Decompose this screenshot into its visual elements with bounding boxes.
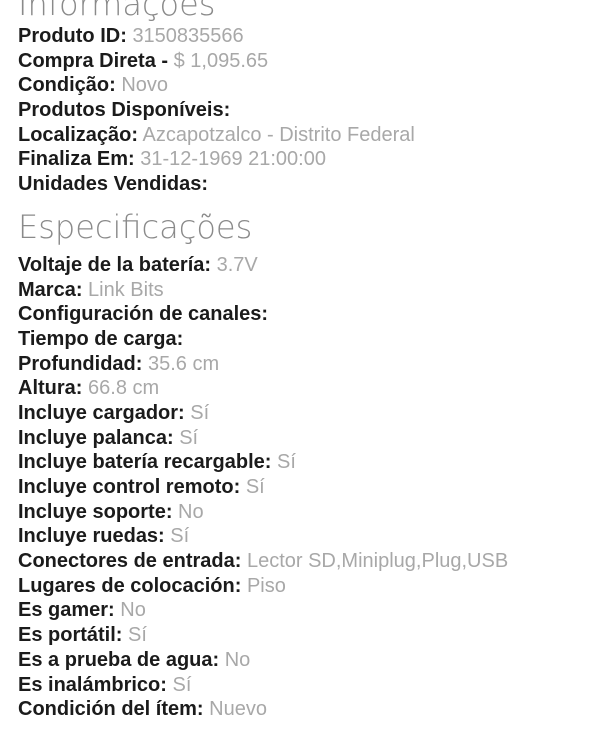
info-row: Compra Direta - $ 1,095.65 [18,49,588,74]
row-value: Novo [121,74,169,97]
row-value: No [224,648,251,671]
section-title-informacoes: Informações [18,0,216,23]
spec-row: Lugares de colocación: Piso [18,574,588,599]
details-container: Informações Produto ID: 3150835566 Compra… [18,0,588,722]
spec-row: Altura: 66.8 cm [18,376,588,401]
row-value: 31-12-1969 21:00:00 [140,148,326,171]
info-row: Produtos Disponíveis: [18,98,588,123]
row-label: Profundidad: [18,352,143,375]
info-row: Produto ID: 3150835566 [18,24,588,49]
spec-row: Condición del ítem: Nuevo [18,697,588,722]
row-label: Finaliza Em: [18,148,135,171]
spec-row: Voltaje de la batería: 3.7V [18,253,588,278]
spec-row: Incluye palanca: Sí [18,426,588,451]
row-label: Incluye ruedas: [18,525,165,548]
row-label: Condición del ítem: [18,698,204,721]
row-label: Conectores de entrada: [18,550,242,573]
row-label: Localização: [18,123,139,146]
row-value: 3150835566 [132,25,244,47]
row-label: Produto ID: [18,25,127,47]
spec-row: Incluye ruedas: Sí [18,524,588,549]
spec-row: Es portátil: Sí [18,623,588,648]
row-value: Sí [172,673,192,696]
row-label: Es a prueba de agua: [18,648,220,671]
spec-row: Marca: Link Bits [18,278,588,303]
spec-row: Es gamer: No [18,598,588,623]
spec-row: Incluye cargador: Sí [18,401,588,426]
row-label: Unidades Vendidas: [18,173,209,196]
row-label: Voltaje de la batería: [18,253,212,276]
section-title-especificacoes: Especificações [18,207,253,246]
row-label: Tiempo de carga: [18,327,184,350]
info-row: Condição: Novo [18,73,588,98]
row-value: 35.6 cm [148,352,220,375]
spec-row: Es a prueba de agua: No [18,648,588,673]
info-row: Unidades Vendidas: [18,172,588,197]
row-label: Altura: [18,377,83,400]
especificacoes-list: Voltaje de la batería: 3.7V Marca: Link B… [18,253,588,722]
row-value: No [178,500,204,523]
spec-row: Incluye soporte: No [18,500,588,525]
row-value: Sí [277,451,296,474]
row-label: Incluye cargador: [18,401,185,424]
row-label: Configuración de canales: [18,303,269,326]
row-value: Sí [170,525,190,548]
row-label: Es gamer: [18,599,115,622]
row-value: Link Bits [88,278,164,301]
spec-row: Incluye control remoto: Sí [18,475,588,500]
row-value: Sí [179,426,199,449]
row-value: No [120,599,146,622]
row-value: 66.8 cm [88,377,160,400]
row-value: Sí [190,401,210,424]
row-label: Es inalámbrico: [18,673,167,696]
spec-row: Tiempo de carga: [18,327,588,352]
spec-row: Configuración de canales: [18,302,588,327]
row-label: Incluye soporte: [18,500,173,523]
row-label: Es portátil: [18,624,123,647]
row-value: Azcapotzalco - Distrito Federal [142,123,415,146]
row-label: Incluye palanca: [18,426,174,449]
informacoes-list: Produto ID: 3150835566 Compra Direta - $ … [18,24,588,197]
row-value: Nuevo [209,698,267,721]
row-label: Compra Direta - [18,49,169,72]
row-label: Incluye control remoto: [18,476,241,498]
row-label: Marca: [18,278,83,301]
info-row: Finaliza Em: 31-12-1969 21:00:00 [18,147,588,172]
spec-row: Profundidad: 35.6 cm [18,352,588,377]
row-label: Produtos Disponíveis: [18,99,231,122]
spec-row: Es inalámbrico: Sí [18,673,588,698]
row-value: 3.7V [216,253,258,276]
row-value: $ 1,095.65 [173,49,269,72]
row-value: Sí [128,624,147,647]
spec-row: Conectores de entrada: Lector SD,Miniplu… [18,549,588,574]
spec-row: Incluye batería recargable: Sí [18,450,588,475]
row-label: Incluye batería recargable: [18,451,272,474]
row-label: Lugares de colocación: [18,574,242,597]
row-value: Lector SD,Miniplug,Plug,USB [246,550,509,573]
info-row: Localização: Azcapotzalco - Distrito Fed… [18,123,588,148]
row-value: Sí [245,476,265,498]
row-label: Condição: [18,74,116,97]
row-value: Piso [246,574,286,597]
